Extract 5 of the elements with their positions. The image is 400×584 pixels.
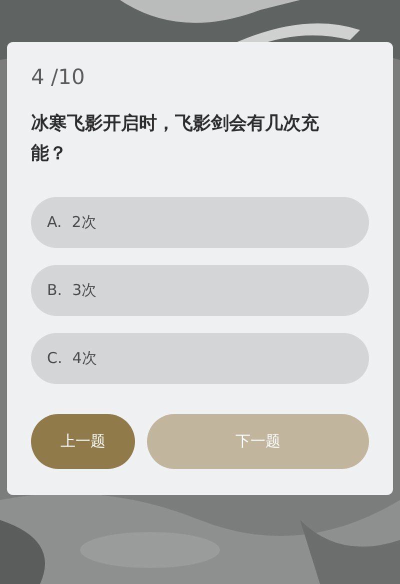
question-text: 冰寒飞影开启时，飞影剑会有几次充能？ — [31, 112, 320, 166]
answer-option[interactable]: B. 3次 — [31, 264, 369, 316]
answer-option[interactable]: A. 2次 — [31, 196, 369, 248]
answer-option[interactable]: C. 4次 — [31, 332, 369, 384]
previous-button[interactable]: 上一题 — [31, 414, 135, 469]
